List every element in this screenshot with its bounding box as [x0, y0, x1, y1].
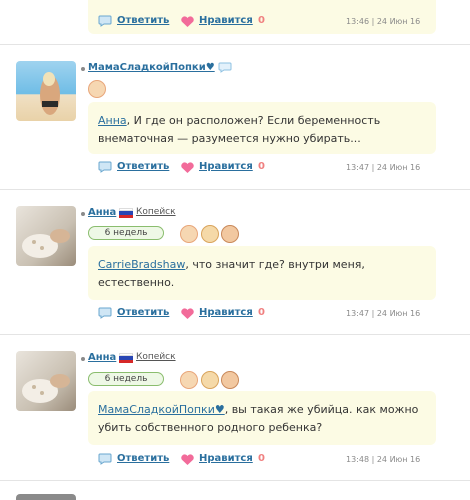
- comment-bubble: Анна, И где он расположен? Если беременн…: [88, 102, 436, 154]
- comment-text: Анна, И где он расположен? Если беременн…: [98, 114, 381, 145]
- timestamp: 13:46 | 24 Июн 16: [346, 17, 421, 26]
- reply-icon[interactable]: [98, 15, 112, 27]
- kids-icon: [201, 225, 219, 243]
- online-dot: [81, 212, 85, 216]
- pregnancy-badge: 6 недель: [88, 226, 164, 240]
- like-button[interactable]: Нравится: [199, 453, 253, 464]
- mention-link[interactable]: Анна: [98, 114, 127, 127]
- heart-icon[interactable]: [180, 162, 195, 174]
- comment-text: МамаСладкойПопки♥, вы такая же убийца. к…: [98, 403, 419, 434]
- timestamp: 13:48 | 24 Июн 16: [346, 455, 421, 464]
- like-button[interactable]: Нравится: [199, 161, 253, 172]
- avatar[interactable]: [16, 61, 76, 121]
- username-link[interactable]: Анна: [88, 207, 116, 218]
- separator: [0, 480, 470, 481]
- heart-icon[interactable]: [180, 308, 195, 320]
- avatar[interactable]: [16, 494, 76, 500]
- reply-icon[interactable]: [98, 161, 112, 173]
- reply-button[interactable]: Ответить: [117, 15, 169, 26]
- city-link[interactable]: Копейск: [136, 352, 176, 362]
- separator: [0, 44, 470, 45]
- like-button[interactable]: Нравится: [199, 307, 253, 318]
- pregnancy-badge: 6 недель: [88, 372, 164, 386]
- username-link[interactable]: МамаСладкойПопки♥: [88, 62, 215, 73]
- like-button[interactable]: Нравится: [199, 15, 253, 26]
- timestamp: 13:47 | 24 Июн 16: [346, 163, 421, 172]
- like-count: 0: [258, 161, 265, 172]
- avatar[interactable]: [16, 351, 76, 411]
- heart-icon[interactable]: [180, 454, 195, 466]
- like-count: 0: [258, 307, 265, 318]
- comment-bubble: МамаСладкойПопки♥, вы такая же убийца. к…: [88, 391, 436, 445]
- mention-link[interactable]: CarrieBradshaw: [98, 258, 185, 271]
- online-dot: [81, 357, 85, 361]
- kids-icon: [201, 371, 219, 389]
- mention-link[interactable]: МамаСладкойПопки♥: [98, 403, 225, 416]
- username-link[interactable]: Анна: [88, 352, 116, 363]
- like-count: 0: [258, 453, 265, 464]
- baby-face-icon: [180, 225, 198, 243]
- online-dot: [81, 67, 85, 71]
- separator: [0, 334, 470, 335]
- comment-bubble: CarrieBradshaw, что значит где? внутри м…: [88, 246, 436, 300]
- baby-face-icon: [88, 80, 106, 98]
- reply-icon[interactable]: [98, 453, 112, 465]
- kids-icon: [221, 371, 239, 389]
- avatar[interactable]: [16, 206, 76, 266]
- reply-button[interactable]: Ответить: [117, 307, 169, 318]
- reply-button[interactable]: Ответить: [117, 453, 169, 464]
- timestamp: 13:47 | 24 Июн 16: [346, 309, 421, 318]
- like-count: 0: [258, 15, 265, 26]
- heart-icon[interactable]: [180, 16, 195, 28]
- kids-icon: [221, 225, 239, 243]
- flag-icon: [119, 208, 133, 218]
- flag-icon: [119, 353, 133, 363]
- reply-button[interactable]: Ответить: [117, 161, 169, 172]
- baby-face-icon: [180, 371, 198, 389]
- comment-text: CarrieBradshaw, что значит где? внутри м…: [98, 258, 365, 289]
- city-link[interactable]: Копейск: [136, 207, 176, 217]
- reply-icon[interactable]: [98, 307, 112, 319]
- separator: [0, 189, 470, 190]
- chat-bubble-icon[interactable]: [218, 62, 232, 74]
